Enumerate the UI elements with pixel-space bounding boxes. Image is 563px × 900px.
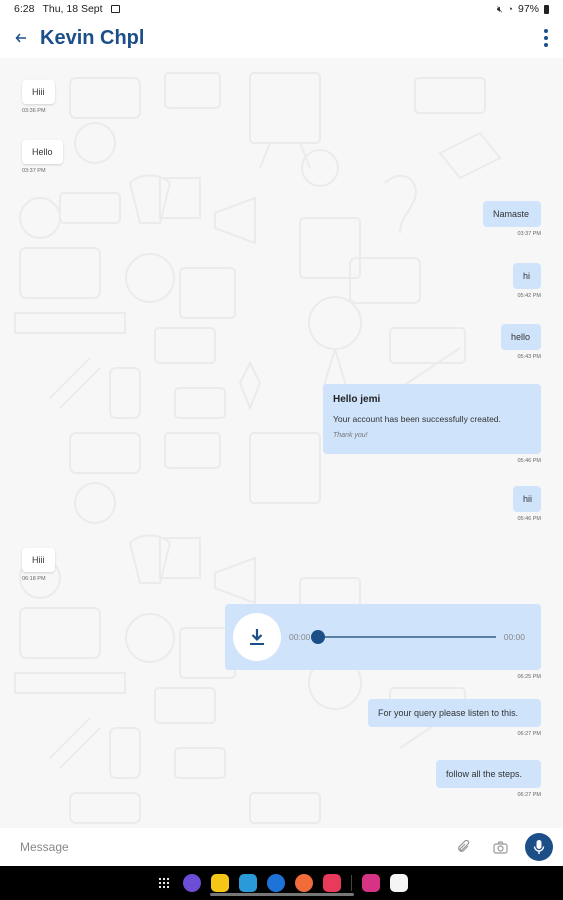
- status-date: Thu, 18 Sept: [42, 3, 103, 15]
- message-bubble[interactable]: hi: [513, 263, 541, 289]
- battery-icon: [544, 4, 549, 14]
- message-outgoing[interactable]: hello 05:43 PM: [501, 324, 541, 360]
- message-text: Hiii: [32, 87, 45, 97]
- message-outgoing[interactable]: For your query please listen to this. 06…: [368, 699, 541, 737]
- message-time: 03:36 PM: [22, 108, 46, 114]
- message-bubble[interactable]: follow all the steps.: [436, 760, 541, 788]
- audio-start-time: 00:00: [289, 632, 311, 642]
- message-outgoing[interactable]: Namaste 03:37 PM: [483, 201, 541, 237]
- message-time: 06:27 PM: [517, 792, 541, 798]
- message-bubble[interactable]: For your query please listen to this.: [368, 699, 541, 727]
- status-bar: 6:28 Thu, 18 Sept 🔇︎ ◔ 97%: [0, 0, 563, 18]
- contacts-app-icon[interactable]: [295, 874, 313, 892]
- video-app-icon[interactable]: [323, 874, 341, 892]
- message-time: 03:37 PM: [22, 168, 46, 174]
- message-card[interactable]: Hello jemi Your account has been success…: [323, 384, 541, 454]
- message-bubble[interactable]: Hiii: [22, 548, 55, 572]
- home-indicator[interactable]: [210, 893, 354, 896]
- message-time: 05:42 PM: [517, 293, 541, 299]
- contact-name[interactable]: Kevin Chpl: [40, 27, 144, 50]
- message-outgoing[interactable]: Hello jemi Your account has been success…: [323, 384, 541, 464]
- message-time: 03:37 PM: [517, 231, 541, 237]
- message-time: 05:46 PM: [517, 458, 541, 464]
- message-bubble[interactable]: Namaste: [483, 201, 541, 227]
- message-bubble[interactable]: Hello: [22, 140, 63, 164]
- gallery-icon: [110, 5, 120, 13]
- notes-app-icon[interactable]: [211, 874, 229, 892]
- message-outgoing[interactable]: follow all the steps. 06:27 PM: [436, 760, 541, 798]
- status-time: 6:28: [14, 3, 35, 15]
- more-vert-icon[interactable]: [539, 26, 553, 50]
- message-time: 06:25 PM: [517, 674, 541, 680]
- message-incoming[interactable]: Hiii 06:18 PM: [22, 548, 55, 582]
- message-input[interactable]: Message: [20, 840, 439, 854]
- audio-message[interactable]: 00:00 00:00: [225, 604, 541, 670]
- app-drawer-icon[interactable]: [155, 874, 173, 892]
- download-icon[interactable]: [233, 613, 281, 661]
- message-outgoing[interactable]: hii 05:46 PM: [513, 486, 541, 522]
- message-text: hi: [523, 271, 531, 281]
- message-time: 05:43 PM: [517, 354, 541, 360]
- message-bubble[interactable]: hello: [501, 324, 541, 350]
- attach-icon[interactable]: [453, 836, 475, 858]
- message-outgoing[interactable]: 00:00 00:00 06:25 PM: [225, 604, 541, 680]
- battery-text: 97%: [517, 3, 539, 15]
- app-bar: Kevin Chpl: [0, 18, 563, 58]
- card-body: Your account has been successfully creat…: [333, 414, 501, 424]
- taskbar-divider: [351, 875, 352, 891]
- message-incoming[interactable]: Hiii 03:36 PM: [22, 80, 55, 114]
- message-text: Hiii: [32, 555, 45, 565]
- composer: Message: [0, 828, 563, 866]
- flower-app-icon[interactable]: [362, 874, 380, 892]
- audio-seek-knob[interactable]: [311, 630, 326, 644]
- photos-app-icon[interactable]: [390, 874, 408, 892]
- message-time: 06:27 PM: [517, 731, 541, 737]
- message-text: Hello: [32, 147, 53, 157]
- mic-icon[interactable]: [525, 833, 553, 861]
- messages-app-icon[interactable]: [267, 874, 285, 892]
- message-text: hello: [511, 332, 531, 342]
- card-footer: Thank you!: [333, 432, 368, 439]
- message-incoming[interactable]: Hello 03:37 PM: [22, 140, 63, 174]
- message-text: follow all the steps.: [446, 769, 523, 779]
- message-text: Namaste: [493, 209, 530, 219]
- mute-icon: 🔇︎: [496, 3, 503, 14]
- calendar-app-icon[interactable]: [239, 874, 257, 892]
- audio-seek-bar[interactable]: [311, 630, 496, 644]
- back-arrow-icon[interactable]: [10, 27, 32, 49]
- message-text: For your query please listen to this.: [378, 708, 519, 718]
- message-text: hii: [523, 494, 533, 504]
- message-bubble[interactable]: hii: [513, 486, 541, 512]
- message-bubble[interactable]: Hiii: [22, 80, 55, 104]
- message-time: 05:46 PM: [517, 516, 541, 522]
- wifi-icon: ◔: [507, 4, 513, 14]
- chat-area[interactable]: Hiii 03:36 PM Hello 03:37 PM Namaste 03:…: [0, 58, 563, 828]
- message-time: 06:18 PM: [22, 576, 46, 582]
- camera-icon[interactable]: [489, 836, 511, 858]
- message-outgoing[interactable]: hi 05:42 PM: [513, 263, 541, 299]
- audio-end-time: 00:00: [503, 632, 525, 642]
- card-title: Hello jemi: [333, 394, 381, 405]
- browser-app-icon[interactable]: [183, 874, 201, 892]
